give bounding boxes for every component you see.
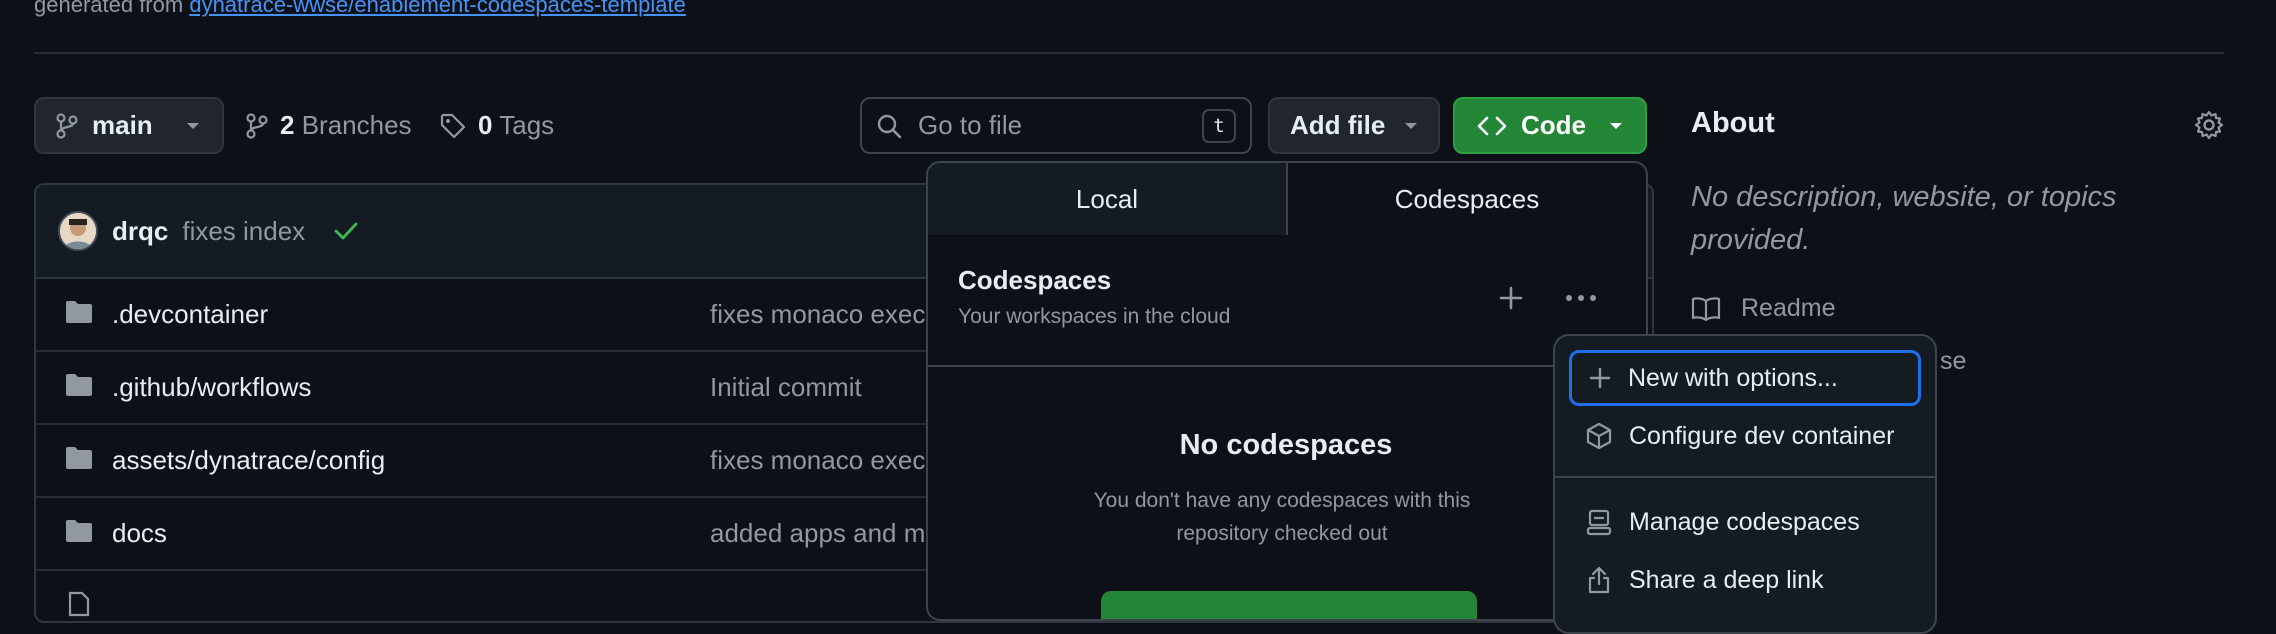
folder-icon <box>64 518 94 544</box>
container-icon <box>1585 422 1613 450</box>
tab-codespaces[interactable]: Codespaces <box>1288 163 1646 235</box>
menu-item-label: Configure dev container <box>1629 421 1895 450</box>
branches-count: 2 <box>280 110 295 140</box>
menu-item-configure-dev-container[interactable]: Configure dev container <box>1569 408 1921 464</box>
about-heading: About <box>1691 107 1775 139</box>
chevron-down-icon <box>1608 121 1624 131</box>
menu-item-label: Share a deep link <box>1629 565 1824 594</box>
menu-item-label: New with options... <box>1628 363 1838 392</box>
readme-link[interactable]: Readme <box>1691 294 1836 323</box>
codespaces-options-menu: New with options... Configure dev contai… <box>1553 334 1937 634</box>
plus-icon[interactable] <box>1498 285 1524 311</box>
code-dropdown-panel: Local Codespaces Codespaces Your workspa… <box>926 161 1648 621</box>
code-icon <box>1477 115 1507 137</box>
branches-link[interactable]: 2 Branches <box>246 97 412 154</box>
folder-icon <box>64 299 94 325</box>
go-to-file-input[interactable]: Go to file t <box>860 97 1252 154</box>
menu-item-new-with-options[interactable]: New with options... <box>1569 350 1921 406</box>
server-icon <box>1585 508 1613 536</box>
file-commit-message[interactable]: fixes monaco exec <box>710 445 925 476</box>
empty-state-title: No codespaces <box>1179 429 1393 461</box>
code-panel-tabs: Local Codespaces <box>928 163 1646 237</box>
generated-from-text: generated from dynatrace-wwse/enablement… <box>34 0 686 18</box>
codespaces-subtitle: Your workspaces in the cloud <box>958 305 1231 328</box>
generated-prefix: generated from <box>34 0 184 17</box>
codespaces-title: Codespaces <box>958 265 1112 295</box>
tab-local[interactable]: Local <box>928 163 1288 235</box>
branch-selector-button[interactable]: main <box>34 97 224 154</box>
tags-label: Tags <box>499 110 555 140</box>
add-file-label: Add file <box>1290 110 1386 140</box>
code-button[interactable]: Code <box>1453 97 1647 154</box>
file-icon <box>64 591 94 617</box>
search-placeholder: Go to file <box>918 110 1023 140</box>
tags-count: 0 <box>478 110 493 140</box>
menu-item-label: Manage codespaces <box>1629 507 1860 536</box>
add-file-button[interactable]: Add file <box>1268 97 1440 154</box>
chevron-down-icon <box>1403 121 1419 131</box>
avatar[interactable] <box>58 211 98 251</box>
empty-state-subtitle: You don't have any codespaces with this … <box>1093 489 1471 545</box>
divider <box>34 52 2224 54</box>
check-icon[interactable] <box>333 220 359 242</box>
branches-label: Branches <box>301 110 412 140</box>
keyboard-shortcut-hint: t <box>1202 108 1236 143</box>
branch-icon <box>56 112 78 139</box>
readme-label: Readme <box>1741 294 1836 322</box>
file-name[interactable]: assets/dynatrace/config <box>112 445 385 476</box>
branch-icon <box>246 112 268 139</box>
codespaces-empty-state: No codespaces You don't have any codespa… <box>928 367 1646 619</box>
branch-name: main <box>92 110 153 140</box>
menu-item-share-deep-link[interactable]: Share a deep link <box>1569 552 1921 608</box>
plus-icon <box>1588 366 1612 390</box>
file-commit-message[interactable]: Initial commit <box>710 372 862 403</box>
share-icon <box>1585 566 1613 594</box>
folder-icon <box>64 372 94 398</box>
menu-item-manage-codespaces[interactable]: Manage codespaces <box>1569 494 1921 550</box>
book-icon <box>1691 296 1721 322</box>
tag-icon <box>440 113 466 139</box>
menu-divider <box>1555 476 1935 478</box>
file-commit-message[interactable]: added apps and m <box>710 518 925 549</box>
license-link-partial[interactable]: se <box>1940 347 1966 376</box>
code-label: Code <box>1521 110 1586 140</box>
gear-icon[interactable] <box>2194 110 2224 140</box>
chevron-down-icon <box>185 121 201 131</box>
file-name[interactable]: .github/workflows <box>112 372 311 403</box>
file-name[interactable]: docs <box>112 518 167 549</box>
file-name[interactable]: .devcontainer <box>112 299 268 330</box>
search-icon <box>876 113 902 139</box>
template-link[interactable]: dynatrace-wwse/enablement-codespaces-tem… <box>189 0 685 17</box>
commit-message[interactable]: fixes index <box>182 216 305 247</box>
more-options-icon[interactable] <box>1564 285 1598 311</box>
about-description: No description, website, or topics provi… <box>1691 181 2117 256</box>
file-commit-message[interactable]: fixes monaco exec <box>710 299 925 330</box>
create-codespace-button[interactable] <box>1101 591 1477 619</box>
folder-icon <box>64 445 94 471</box>
tags-link[interactable]: 0 Tags <box>440 97 554 154</box>
commit-author[interactable]: drqc <box>112 216 168 247</box>
codespaces-header: Codespaces Your workspaces in the cloud <box>928 235 1646 367</box>
